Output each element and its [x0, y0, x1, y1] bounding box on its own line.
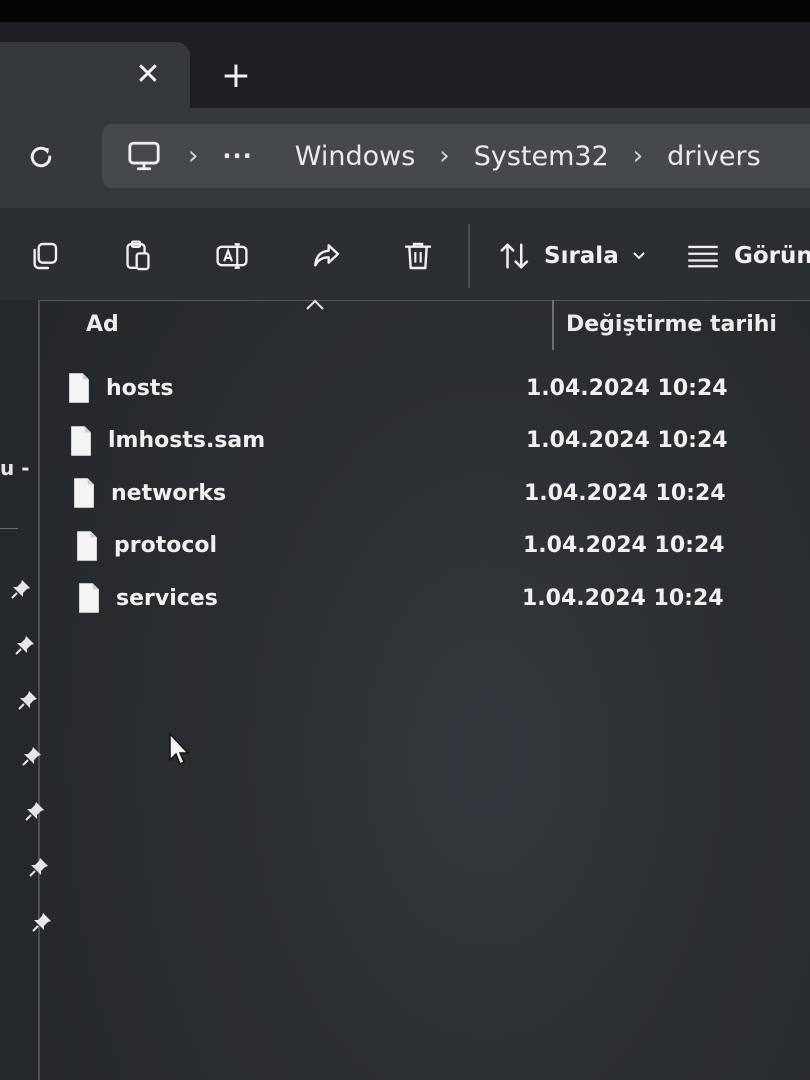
file-icon [74, 478, 94, 509]
file-name: lmhosts.sam [108, 428, 266, 454]
pin-icon[interactable] [28, 856, 50, 878]
delete-button[interactable] [398, 236, 438, 276]
copy-icon [33, 242, 58, 270]
file-name: protocol [114, 533, 218, 559]
rename-icon [216, 243, 248, 269]
file-icon [77, 530, 97, 561]
view-list-icon [688, 245, 718, 268]
file-name: hosts [106, 375, 174, 401]
chevron-right-icon[interactable]: › [188, 141, 198, 171]
copy-button[interactable] [24, 236, 64, 276]
sort-icon [500, 243, 529, 269]
sort-label: Sırala [544, 243, 619, 269]
file-date: 1.04.2024 10:24 [526, 428, 728, 454]
tab-close-button[interactable]: ✕ [128, 54, 168, 94]
sort-ascending-icon [306, 299, 324, 310]
file-icon [69, 373, 89, 404]
chevron-right-icon[interactable]: › [439, 141, 449, 171]
rename-button[interactable] [212, 236, 252, 276]
file-date: 1.04.2024 10:24 [526, 375, 728, 401]
pin-icon[interactable] [31, 911, 53, 933]
file-date: 1.04.2024 10:24 [522, 585, 724, 611]
plus-icon: + [220, 54, 252, 96]
file-date: 1.04.2024 10:24 [523, 533, 725, 559]
paste-icon [126, 240, 150, 271]
paste-button[interactable] [118, 236, 158, 276]
chevron-right-icon[interactable]: › [633, 141, 643, 171]
file-name: services [116, 585, 218, 611]
file-row-networks[interactable]: networks 1.04.2024 10:24 [71, 467, 786, 520]
share-icon [314, 244, 340, 267]
column-divider[interactable] [552, 300, 554, 350]
breadcrumb-system32[interactable]: System32 [474, 141, 609, 172]
new-tab-button[interactable]: + [214, 54, 258, 96]
breadcrumb-windows[interactable]: Windows [295, 141, 416, 172]
file-name: networks [111, 480, 227, 506]
view-label: Görünü [734, 243, 810, 269]
view-button[interactable]: Görünü [686, 236, 810, 276]
file-row-protocol[interactable]: protocol 1.04.2024 10:24 [74, 520, 786, 573]
file-row-lmhosts-sam[interactable]: lmhosts.sam 1.04.2024 10:24 [68, 415, 786, 468]
nav-divider [0, 528, 18, 529]
file-explorer-window: ✕ + › ··· Windows › System32 › drivers S… [0, 0, 810, 1080]
sort-button[interactable]: Sırala [498, 236, 647, 276]
delete-icon [404, 242, 432, 270]
nav-item-label[interactable]: u - [0, 456, 30, 480]
file-date: 1.04.2024 10:24 [524, 480, 726, 506]
file-row-services[interactable]: services 1.04.2024 10:24 [76, 572, 786, 625]
pin-icon[interactable] [14, 634, 36, 656]
pin-icon[interactable] [10, 578, 32, 600]
toolbar-divider [468, 224, 470, 288]
pin-icon[interactable] [24, 800, 46, 822]
breadcrumb-overflow[interactable]: ··· [222, 142, 252, 170]
file-row-hosts[interactable]: hosts 1.04.2024 10:24 [66, 362, 786, 415]
pin-icon[interactable] [17, 689, 39, 711]
file-list: hosts 1.04.2024 10:24 lmhosts.sam 1.04.2… [66, 362, 786, 625]
breadcrumb[interactable]: › ··· Windows › System32 › drivers [102, 124, 810, 188]
monitor-bezel [0, 0, 810, 22]
column-header-date-modified[interactable]: Değiştirme tarihi [566, 312, 777, 337]
chevron-down-icon [633, 252, 645, 260]
file-icon [71, 425, 91, 456]
column-header-name[interactable]: Ad [86, 312, 119, 337]
mouse-cursor-icon [169, 732, 190, 766]
share-button[interactable] [306, 236, 346, 276]
pin-icon[interactable] [21, 745, 43, 767]
close-icon: ✕ [135, 56, 161, 92]
computer-icon[interactable] [124, 138, 164, 174]
file-icon [79, 583, 99, 614]
breadcrumb-drivers[interactable]: drivers [667, 141, 761, 172]
refresh-icon [30, 146, 52, 168]
refresh-button[interactable] [20, 136, 62, 178]
